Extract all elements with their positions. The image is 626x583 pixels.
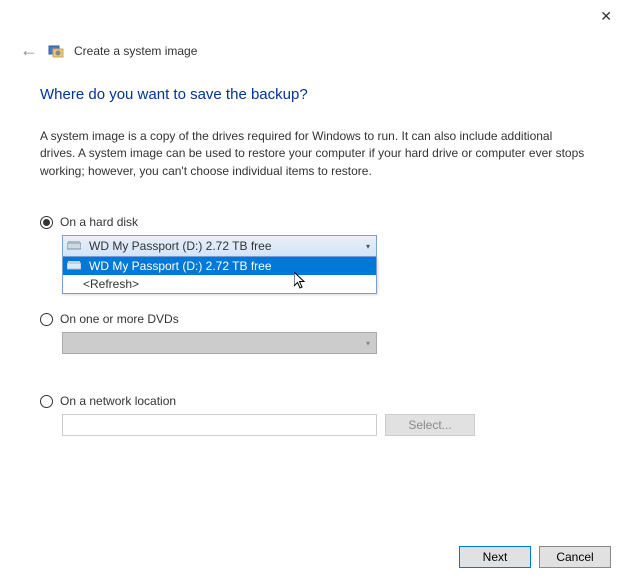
network-option: On a network location Select... (40, 394, 586, 436)
dvd-combo: ▾ (62, 332, 377, 354)
network-path-input[interactable] (62, 414, 377, 436)
select-button: Select... (385, 414, 475, 436)
drive-icon (67, 241, 81, 251)
hard-disk-combo-container: WD My Passport (D:) 2.72 TB free ▾ WD My… (62, 235, 377, 257)
hard-disk-dropdown: WD My Passport (D:) 2.72 TB free <Refres… (62, 257, 377, 294)
chevron-down-icon: ▾ (364, 242, 372, 251)
footer-buttons: Next Cancel (459, 546, 611, 568)
dvd-radio-row[interactable]: On one or more DVDs (40, 312, 586, 326)
dropdown-item-drive[interactable]: WD My Passport (D:) 2.72 TB free (63, 257, 376, 275)
description-text: A system image is a copy of the drives r… (40, 128, 586, 180)
network-label: On a network location (60, 394, 176, 408)
dropdown-item-drive-text: WD My Passport (D:) 2.72 TB free (87, 259, 272, 273)
hard-disk-radio-row[interactable]: On a hard disk (40, 215, 586, 229)
window-title: Create a system image (74, 44, 197, 58)
network-radio[interactable] (40, 395, 53, 408)
window-header: ← Create a system image (0, 0, 626, 61)
hard-disk-option: On a hard disk WD My Passport (D:) 2.72 … (40, 215, 586, 257)
next-button[interactable]: Next (459, 546, 531, 568)
hard-disk-combo-text: WD My Passport (D:) 2.72 TB free (87, 239, 364, 253)
dropdown-item-refresh-text: <Refresh> (83, 277, 139, 291)
hard-disk-label: On a hard disk (60, 215, 138, 229)
cancel-button[interactable]: Cancel (539, 546, 611, 568)
network-radio-row[interactable]: On a network location (40, 394, 586, 408)
dvd-radio[interactable] (40, 313, 53, 326)
hard-disk-radio[interactable] (40, 216, 53, 229)
content-area: Where do you want to save the backup? A … (0, 61, 626, 436)
system-image-wizard: ✕ ← Create a system image Where do you w… (0, 0, 626, 583)
page-heading: Where do you want to save the backup? (40, 86, 586, 103)
hard-disk-combo[interactable]: WD My Passport (D:) 2.72 TB free ▾ (62, 235, 377, 257)
dvd-option: On one or more DVDs ▾ (40, 312, 586, 354)
network-input-row: Select... (62, 414, 586, 436)
dvd-label: On one or more DVDs (60, 312, 179, 326)
close-button[interactable]: ✕ (600, 8, 612, 25)
system-image-icon (48, 43, 64, 59)
dropdown-item-refresh[interactable]: <Refresh> (63, 275, 376, 293)
drive-icon (67, 261, 81, 271)
back-arrow-icon[interactable]: ← (20, 40, 38, 61)
chevron-down-icon: ▾ (364, 339, 372, 348)
